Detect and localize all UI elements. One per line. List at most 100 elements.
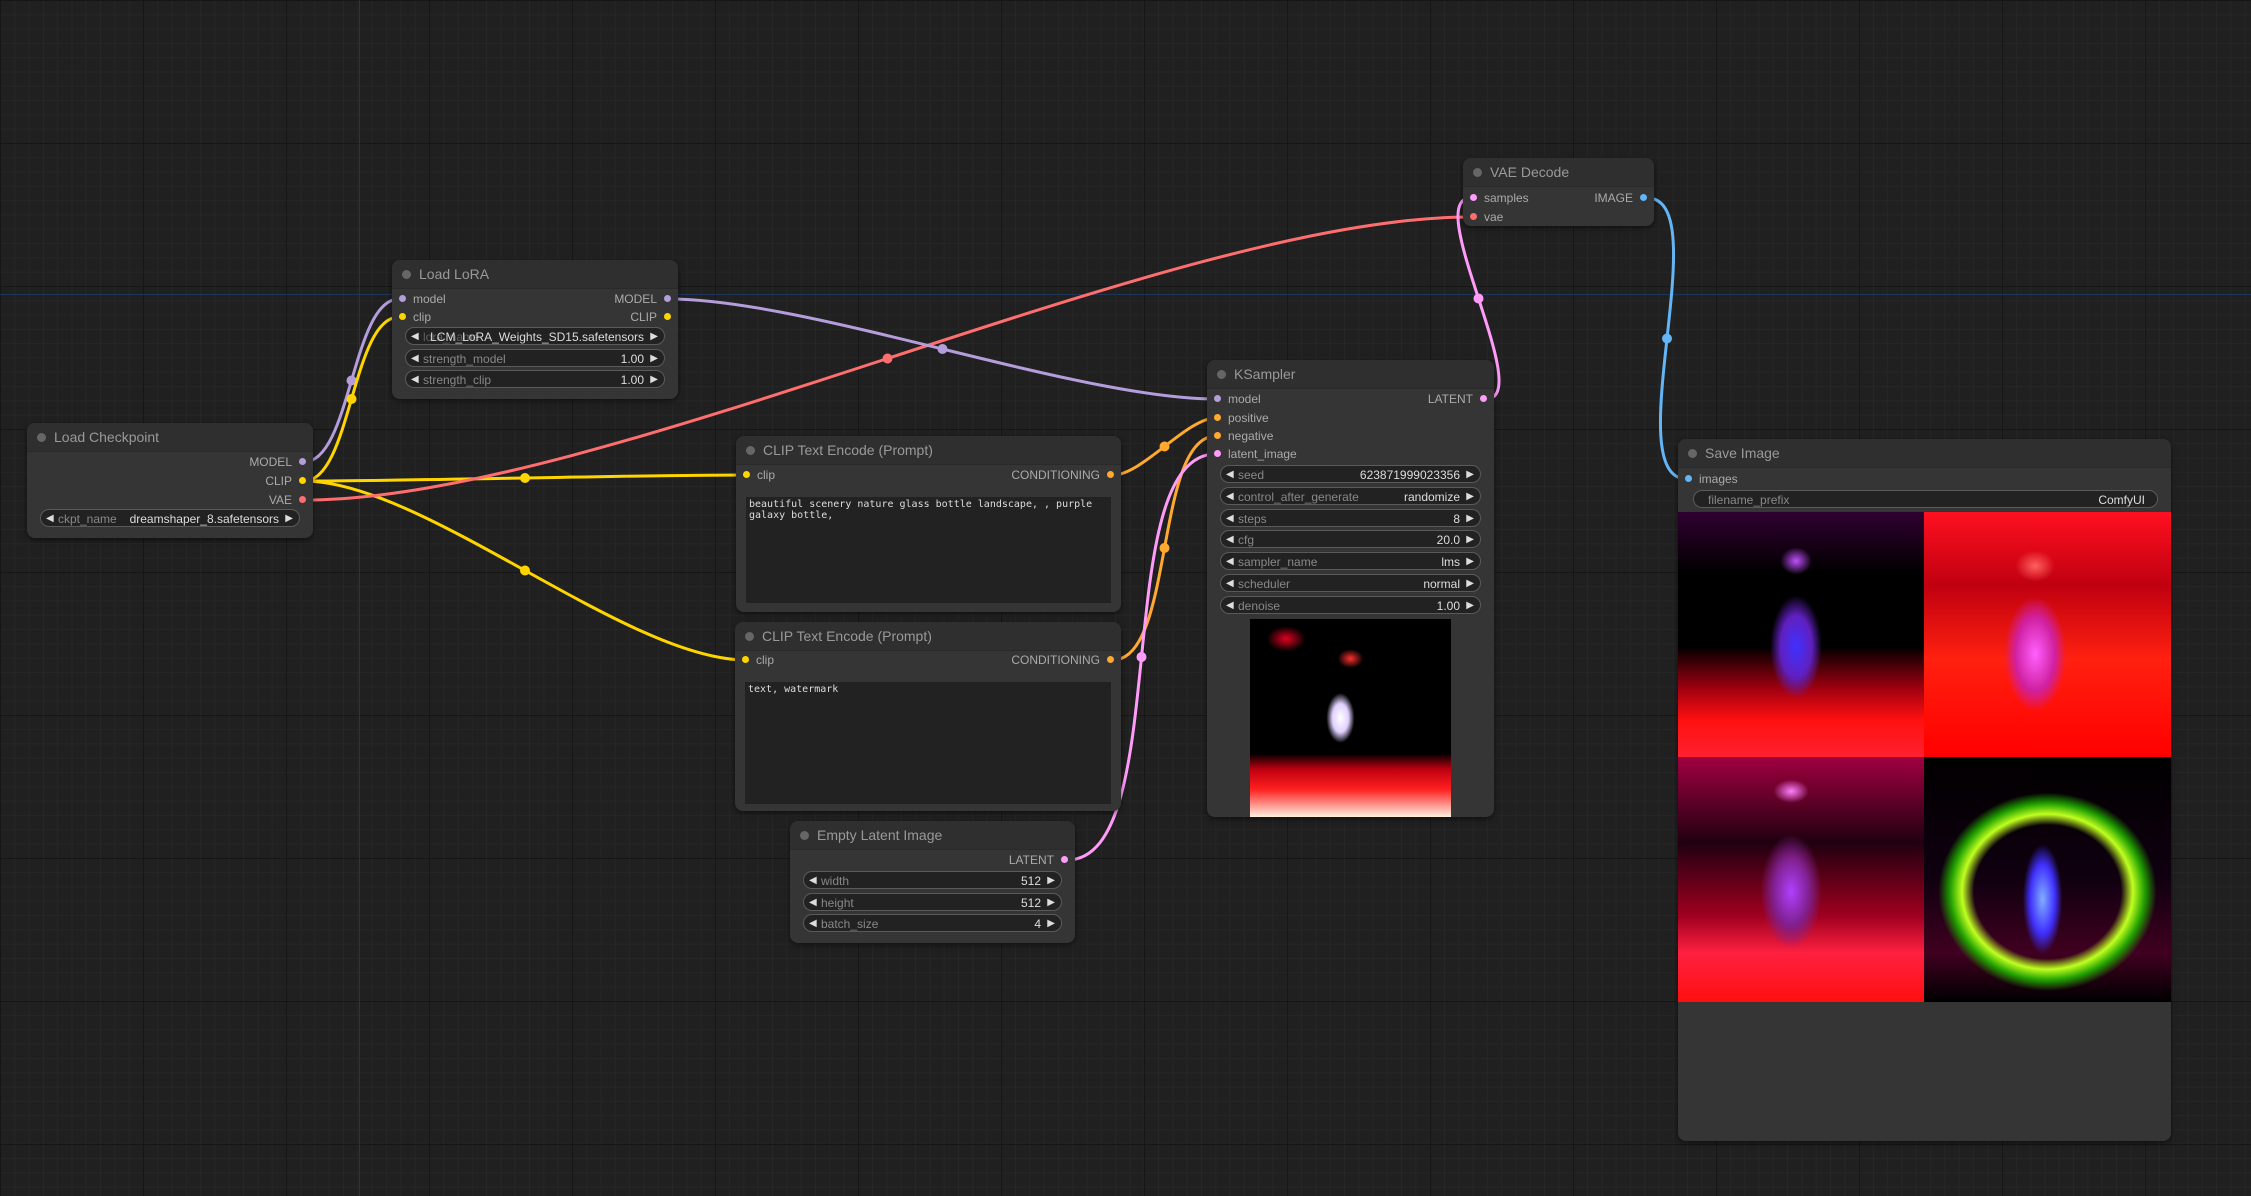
input-negative[interactable]: negative bbox=[1214, 427, 1273, 445]
arrow-right-icon[interactable]: ▶ bbox=[1466, 510, 1474, 526]
output-model[interactable]: MODEL bbox=[249, 453, 306, 471]
prompt-textarea[interactable]: beautiful scenery nature glass bottle la… bbox=[746, 497, 1111, 603]
output-clip[interactable]: CLIP bbox=[265, 472, 306, 490]
link-clip-to-lora-midpoint-handle[interactable] bbox=[346, 394, 357, 404]
output-image-4[interactable] bbox=[1924, 757, 2171, 1002]
slot-dot-icon[interactable] bbox=[399, 313, 406, 321]
link-clip-to-positive-midpoint-handle[interactable] bbox=[520, 473, 530, 483]
output-image-1[interactable] bbox=[1678, 512, 1924, 757]
link-negative-to-ksampler-midpoint-handle[interactable] bbox=[1159, 543, 1170, 553]
widget-cfg[interactable]: ◀ cfg 20.0 ▶ bbox=[1220, 530, 1481, 548]
output-model[interactable]: MODEL bbox=[614, 290, 671, 308]
slot-dot-icon[interactable] bbox=[1480, 395, 1487, 403]
arrow-right-icon[interactable]: ▶ bbox=[650, 350, 658, 366]
node-ksampler[interactable]: KSampler model positive negative latent_… bbox=[1207, 360, 1494, 817]
widget-scheduler[interactable]: ◀ scheduler normal ▶ bbox=[1220, 574, 1481, 592]
node-vae-decode[interactable]: VAE Decode samples vae IMAGE bbox=[1463, 158, 1654, 226]
node-title[interactable]: Load Checkpoint bbox=[27, 423, 313, 452]
slot-dot-icon[interactable] bbox=[299, 496, 306, 504]
slot-dot-icon[interactable] bbox=[1107, 656, 1114, 664]
arrow-right-icon[interactable]: ▶ bbox=[1466, 531, 1474, 547]
slot-dot-icon[interactable] bbox=[664, 313, 671, 321]
input-model[interactable]: model bbox=[399, 290, 446, 308]
input-clip[interactable]: clip bbox=[743, 466, 775, 484]
node-clip-text-encode-negative[interactable]: CLIP Text Encode (Prompt) clip CONDITION… bbox=[735, 622, 1121, 811]
widget-strength-model[interactable]: ◀ strength_model 1.00 ▶ bbox=[405, 349, 665, 367]
link-positive-to-ksampler-midpoint-handle[interactable] bbox=[1159, 441, 1170, 452]
collapse-dot-icon[interactable] bbox=[37, 433, 46, 442]
collapse-dot-icon[interactable] bbox=[800, 831, 809, 840]
slot-dot-icon[interactable] bbox=[1640, 194, 1647, 202]
arrow-right-icon[interactable]: ▶ bbox=[1047, 872, 1055, 888]
node-title[interactable]: VAE Decode bbox=[1463, 158, 1654, 187]
node-title[interactable]: Save Image bbox=[1678, 439, 2171, 468]
output-image-2[interactable] bbox=[1924, 512, 2171, 757]
widget-sampler-name[interactable]: ◀ sampler_name lms ▶ bbox=[1220, 552, 1481, 570]
output-conditioning[interactable]: CONDITIONING bbox=[1011, 466, 1114, 484]
arrow-right-icon[interactable]: ▶ bbox=[1466, 597, 1474, 613]
arrow-left-icon[interactable]: ◀ bbox=[46, 510, 54, 526]
output-latent[interactable]: LATENT bbox=[1009, 851, 1068, 869]
link-clip-to-negative-midpoint-handle[interactable] bbox=[520, 565, 530, 576]
arrow-right-icon[interactable]: ▶ bbox=[650, 371, 658, 387]
widget-steps[interactable]: ◀ steps 8 ▶ bbox=[1220, 509, 1481, 527]
link-vae-to-decode-midpoint-handle[interactable] bbox=[882, 353, 893, 364]
widget-control-after-generate[interactable]: ◀ control_after_generate randomize ▶ bbox=[1220, 487, 1481, 505]
collapse-dot-icon[interactable] bbox=[1473, 168, 1482, 177]
output-vae[interactable]: VAE bbox=[269, 491, 306, 509]
slot-dot-icon[interactable] bbox=[1470, 213, 1477, 221]
output-clip[interactable]: CLIP bbox=[630, 308, 671, 326]
node-clip-text-encode-positive[interactable]: CLIP Text Encode (Prompt) clip CONDITION… bbox=[736, 436, 1121, 612]
input-clip[interactable]: clip bbox=[399, 308, 431, 326]
slot-dot-icon[interactable] bbox=[1685, 475, 1692, 483]
output-image[interactable]: IMAGE bbox=[1594, 189, 1647, 207]
input-clip[interactable]: clip bbox=[742, 651, 774, 669]
arrow-left-icon[interactable]: ◀ bbox=[1226, 575, 1234, 591]
node-load-lora[interactable]: Load LoRA model clip MODEL CLIP ◀ lora_na… bbox=[392, 260, 678, 399]
arrow-right-icon[interactable]: ▶ bbox=[1466, 553, 1474, 569]
arrow-left-icon[interactable]: ◀ bbox=[1226, 531, 1234, 547]
arrow-right-icon[interactable]: ▶ bbox=[650, 328, 658, 344]
link-image-to-save-midpoint-handle[interactable] bbox=[1662, 333, 1672, 344]
node-title[interactable]: CLIP Text Encode (Prompt) bbox=[735, 622, 1121, 651]
arrow-right-icon[interactable]: ▶ bbox=[1466, 466, 1474, 482]
slot-dot-icon[interactable] bbox=[299, 477, 306, 485]
node-title[interactable]: CLIP Text Encode (Prompt) bbox=[736, 436, 1121, 465]
widget-ckpt-name[interactable]: ◀ ckpt_name dreamshaper_8.safetensors ▶ bbox=[40, 509, 300, 527]
arrow-left-icon[interactable]: ◀ bbox=[1226, 510, 1234, 526]
slot-dot-icon[interactable] bbox=[664, 295, 671, 303]
output-conditioning[interactable]: CONDITIONING bbox=[1011, 651, 1114, 669]
slot-dot-icon[interactable] bbox=[1214, 450, 1221, 458]
prompt-textarea[interactable]: text, watermark bbox=[745, 682, 1111, 804]
widget-filename-prefix[interactable]: filename_prefix ComfyUI bbox=[1693, 490, 2158, 508]
output-image-3[interactable] bbox=[1678, 757, 1924, 1002]
slot-dot-icon[interactable] bbox=[1214, 414, 1221, 422]
slot-dot-icon[interactable] bbox=[743, 471, 750, 479]
arrow-left-icon[interactable]: ◀ bbox=[809, 894, 817, 910]
widget-strength-clip[interactable]: ◀ strength_clip 1.00 ▶ bbox=[405, 370, 665, 388]
slot-dot-icon[interactable] bbox=[1214, 432, 1221, 440]
input-model[interactable]: model bbox=[1214, 390, 1261, 408]
slot-dot-icon[interactable] bbox=[742, 656, 749, 664]
arrow-left-icon[interactable]: ◀ bbox=[809, 872, 817, 888]
widget-batch-size[interactable]: ◀ batch_size 4 ▶ bbox=[803, 914, 1062, 932]
input-positive[interactable]: positive bbox=[1214, 409, 1269, 427]
arrow-left-icon[interactable]: ◀ bbox=[1226, 488, 1234, 504]
arrow-right-icon[interactable]: ▶ bbox=[1047, 894, 1055, 910]
collapse-dot-icon[interactable] bbox=[1688, 449, 1697, 458]
arrow-right-icon[interactable]: ▶ bbox=[285, 510, 293, 526]
widget-seed[interactable]: ◀ seed 623871999023356 ▶ bbox=[1220, 465, 1481, 483]
input-images[interactable]: images bbox=[1685, 470, 1738, 488]
arrow-left-icon[interactable]: ◀ bbox=[809, 915, 817, 931]
input-latent-image[interactable]: latent_image bbox=[1214, 445, 1297, 463]
collapse-dot-icon[interactable] bbox=[1217, 370, 1226, 379]
widget-lora-name[interactable]: ◀ lora_name LCM_LoRA_Weights_SD15.safetens… bbox=[405, 327, 665, 345]
arrow-left-icon[interactable]: ◀ bbox=[411, 371, 419, 387]
arrow-right-icon[interactable]: ▶ bbox=[1466, 488, 1474, 504]
arrow-left-icon[interactable]: ◀ bbox=[411, 328, 419, 344]
node-save-image[interactable]: Save Image images filename_prefix ComfyUI bbox=[1678, 439, 2171, 1141]
arrow-left-icon[interactable]: ◀ bbox=[411, 350, 419, 366]
link-ksampler-to-decode-midpoint-handle[interactable] bbox=[1473, 293, 1484, 304]
node-title[interactable]: KSampler bbox=[1207, 360, 1494, 389]
output-latent[interactable]: LATENT bbox=[1428, 390, 1487, 408]
